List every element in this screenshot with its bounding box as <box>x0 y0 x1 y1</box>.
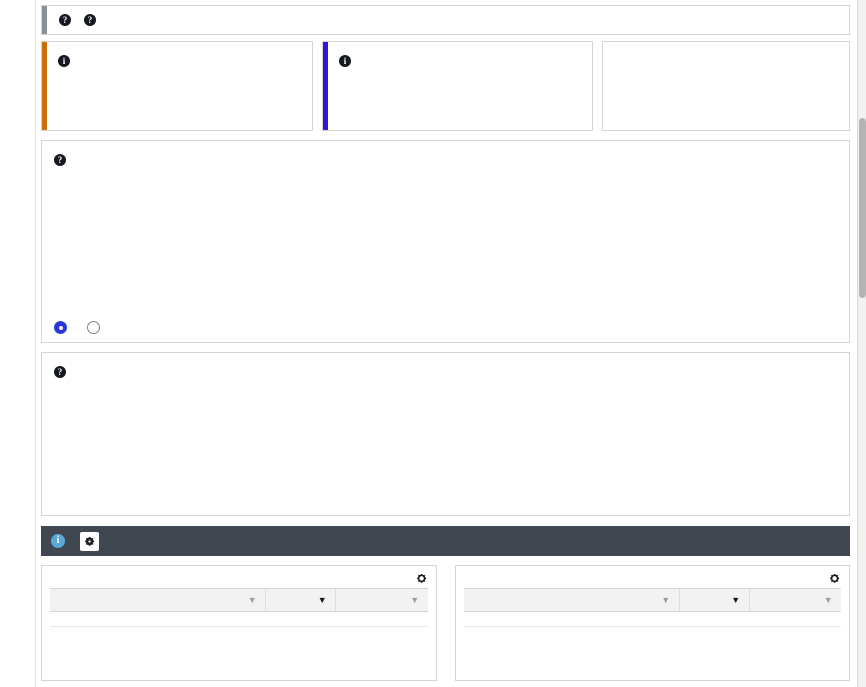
response-time-chart[interactable] <box>54 175 837 315</box>
gear-icon-user-table[interactable] <box>415 572 428 588</box>
main-content: ? ? i i ? ? i ▼ ▼ ▼ ▼ ▼ ▼ <box>37 0 858 687</box>
filtered-trace-set-a-card[interactable]: i <box>322 41 593 131</box>
http-table-body <box>463 611 841 627</box>
chevron-down-icon-percent[interactable]: ▼ <box>410 595 419 605</box>
http-table-header-row: ▼ ▼ ▼ <box>463 588 841 612</box>
timeseries-panel-title-row: ? <box>54 363 837 381</box>
chevron-down-icon-user[interactable]: ▼ <box>248 595 257 605</box>
column-header-percent[interactable]: ▼ <box>335 588 428 612</box>
chevron-down-icon-count-http[interactable]: ▼ <box>731 595 740 605</box>
user-table-cog-row <box>50 572 428 588</box>
http-table-cog-row <box>464 572 842 588</box>
radio-duration-distribution[interactable] <box>87 321 100 334</box>
cell-percent-http <box>749 611 841 627</box>
filtered-info-circle-icon[interactable]: i <box>339 55 351 67</box>
left-gutter <box>0 0 36 687</box>
response-help-circle-icon[interactable]: ? <box>54 154 66 166</box>
column-header-count-http[interactable]: ▼ <box>678 588 749 612</box>
gear-icon-http-table[interactable] <box>828 572 841 588</box>
status-accent-bar <box>42 6 47 34</box>
column-header-user[interactable]: ▼ <box>50 588 266 612</box>
compare-card[interactable] <box>602 41 850 131</box>
response-time-distribution-panel: ? <box>41 140 850 343</box>
user-table: ▼ ▼ ▼ <box>50 588 428 627</box>
gear-icon-banner[interactable] <box>80 531 99 551</box>
chevron-down-icon-percent-http[interactable]: ▼ <box>824 595 833 605</box>
user-table-panel: ▼ ▼ ▼ <box>41 565 437 681</box>
http-status-code-table-panel: ▼ ▼ ▼ <box>454 565 850 681</box>
time-series-chart[interactable] <box>54 387 837 507</box>
user-table-body <box>50 611 428 627</box>
time-series-activity-panel: ? <box>41 352 850 516</box>
time-series-chart-svg[interactable] <box>54 387 851 507</box>
cell-percent <box>335 611 428 627</box>
response-panel-title-row: ? <box>54 151 837 169</box>
cell-count-http <box>679 611 749 627</box>
retrieved-traces-card[interactable]: i <box>41 41 313 131</box>
vertical-scrollbar[interactable] <box>857 0 866 687</box>
compare-main-row <box>727 71 730 91</box>
table-row[interactable] <box>463 611 841 627</box>
response-time-chart-svg[interactable] <box>54 175 851 315</box>
chevron-down-icon-count[interactable]: ▼ <box>318 595 327 605</box>
table-filter-banner: i <box>41 526 850 556</box>
trace-set-cards: i i <box>41 41 850 131</box>
filtered-title-row: i <box>339 52 580 69</box>
user-table-head: ▼ ▼ ▼ <box>50 588 428 612</box>
info-circle-icon[interactable]: i <box>58 55 70 67</box>
retrieved-title-row: i <box>58 52 300 69</box>
cell-count <box>265 611 336 627</box>
help-circle-icon[interactable]: ? <box>59 14 71 26</box>
table-row[interactable] <box>50 611 428 627</box>
radio-response-time-distribution[interactable] <box>54 321 67 334</box>
user-table-header-row: ▼ ▼ ▼ <box>50 588 428 612</box>
cell-user <box>50 611 266 627</box>
chevron-down-icon-http-status-code[interactable]: ▼ <box>661 595 670 605</box>
filter-tables: ▼ ▼ ▼ ▼ ▼ ▼ <box>41 565 850 681</box>
timeseries-help-circle-icon[interactable]: ? <box>54 366 66 378</box>
scrollbar-thumb[interactable] <box>859 118 866 298</box>
cell-http-status-code <box>463 611 679 627</box>
column-header-count[interactable]: ▼ <box>265 588 336 612</box>
show-in-charts-help-icon[interactable]: ? <box>84 14 96 26</box>
filtered-accent-bar <box>323 42 328 130</box>
http-status-code-table: ▼ ▼ ▼ <box>463 588 841 627</box>
retrieved-accent-bar <box>42 42 47 130</box>
group-status-bar: ? ? <box>41 5 850 35</box>
distribution-mode-radios <box>54 321 837 334</box>
xray-trace-analytics-page: ? ? i i ? ? i ▼ ▼ ▼ ▼ ▼ ▼ <box>0 0 866 687</box>
info-circle-icon-banner: i <box>51 534 65 548</box>
column-header-http-status-code[interactable]: ▼ <box>463 588 679 612</box>
http-table-head: ▼ ▼ ▼ <box>463 588 841 612</box>
column-header-percent-http[interactable]: ▼ <box>748 588 841 612</box>
